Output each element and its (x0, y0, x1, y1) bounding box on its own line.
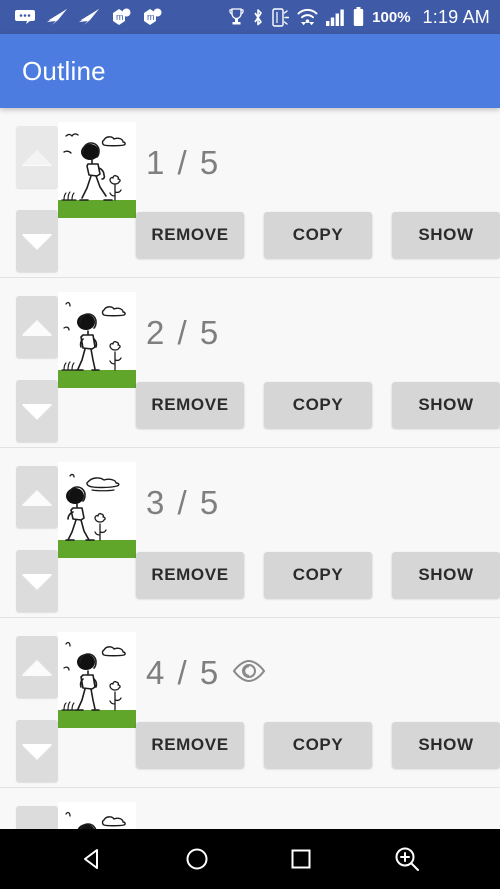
arrow-up-icon (22, 319, 52, 335)
outline-list-item[interactable]: 4 / 5 REMOVE COPY SHOW (0, 618, 500, 788)
move-up-button[interactable] (16, 296, 58, 358)
item-actions: REMOVE COPY SHOW (136, 552, 500, 598)
sms-message-icon (15, 10, 35, 24)
move-down-button[interactable] (16, 380, 58, 442)
trophy-icon (229, 8, 244, 25)
remove-button[interactable]: REMOVE (136, 382, 244, 428)
reorder-arrows (16, 806, 58, 829)
copy-button[interactable]: COPY (264, 552, 372, 598)
move-up-button[interactable] (16, 466, 58, 528)
status-bar-notification-icons: m m (14, 8, 162, 26)
paper-plane-icon (79, 8, 99, 25)
status-bar-clock: 1:19 AM (422, 6, 490, 27)
item-actions: REMOVE COPY SHOW (136, 722, 500, 768)
status-bar-system-icons: 100% 1:19 AM (229, 7, 490, 28)
recents-button[interactable] (287, 845, 315, 873)
arrow-up-icon (22, 659, 52, 675)
item-counter: 2 / 5 (146, 314, 220, 352)
arrow-up-icon (22, 489, 52, 505)
reorder-arrows (16, 296, 58, 442)
scene-thumbnail[interactable] (58, 292, 136, 388)
outline-list[interactable]: 1 / 5 REMOVE COPY SHOW 2 / 5 REMOVE COPY SHOW 3 … (0, 108, 500, 829)
arrow-down-icon (22, 403, 52, 419)
arrow-down-icon (22, 743, 52, 759)
cellular-signal-icon (326, 9, 344, 26)
scene-thumbnail[interactable] (58, 462, 136, 558)
home-button[interactable] (183, 845, 211, 873)
reorder-arrows (16, 636, 58, 782)
item-counter-label: 1 / 5 (146, 144, 221, 181)
item-actions: REMOVE COPY SHOW (136, 382, 500, 428)
copy-button[interactable]: COPY (264, 212, 372, 258)
outline-list-item[interactable]: 2 / 5 REMOVE COPY SHOW (0, 278, 500, 448)
remove-button[interactable]: REMOVE (136, 212, 244, 258)
show-button[interactable]: SHOW (392, 212, 500, 258)
back-button[interactable] (78, 845, 106, 873)
visible-eye-icon (232, 659, 266, 683)
remove-button[interactable]: REMOVE (136, 552, 244, 598)
arrow-down-icon (22, 233, 52, 249)
outline-list-item[interactable]: 5 / 5REMOVECOPYSHOW (0, 788, 500, 829)
move-down-button[interactable] (16, 210, 58, 272)
item-actions: REMOVE COPY SHOW (136, 212, 500, 258)
arrow-down-icon (22, 573, 52, 589)
move-down-button[interactable] (16, 720, 58, 782)
reorder-arrows (16, 126, 58, 272)
move-up-button[interactable] (16, 636, 58, 698)
outline-list-item[interactable]: 1 / 5 REMOVE COPY SHOW (0, 108, 500, 278)
item-counter: 3 / 5 (146, 484, 220, 522)
scene-thumbnail[interactable] (58, 122, 136, 218)
status-bar: m m 100% 1:19 AM (0, 0, 500, 34)
show-button[interactable]: SHOW (392, 552, 500, 598)
mail-m-icon: m (144, 8, 162, 25)
show-button[interactable]: SHOW (392, 382, 500, 428)
outline-list-item[interactable]: 3 / 5 REMOVE COPY SHOW (0, 448, 500, 618)
reorder-arrows (16, 466, 58, 612)
svg-text:m: m (116, 12, 124, 22)
bluetooth-icon (254, 8, 262, 25)
move-up-button[interactable] (16, 806, 58, 829)
item-counter-label: 4 / 5 (146, 654, 221, 691)
app-bar: Outline (0, 34, 500, 108)
android-navigation-bar (0, 829, 500, 889)
phone-screen: m m 100% 1:19 AM Outline 1 / 5 REMOVE CO… (0, 0, 500, 889)
zoom-button[interactable] (392, 844, 422, 874)
item-counter: 4 / 5 (146, 654, 266, 692)
scene-thumbnail[interactable] (58, 632, 136, 728)
battery-icon (353, 7, 364, 26)
item-counter-label: 2 / 5 (146, 314, 221, 351)
wifi-icon (297, 8, 318, 26)
move-up-button (16, 126, 58, 188)
battery-percent-label: 100% (372, 8, 411, 26)
scene-thumbnail[interactable] (58, 802, 136, 829)
page-title: Outline (22, 55, 106, 86)
move-down-button[interactable] (16, 550, 58, 612)
vibrate-icon (272, 7, 290, 27)
mail-m-icon: m (113, 8, 131, 25)
remove-button[interactable]: REMOVE (136, 722, 244, 768)
paper-plane-icon (47, 8, 67, 25)
show-button[interactable]: SHOW (392, 722, 500, 768)
item-counter: 1 / 5 (146, 144, 220, 182)
svg-text:m: m (147, 12, 155, 22)
item-counter-label: 3 / 5 (146, 484, 221, 521)
copy-button[interactable]: COPY (264, 382, 372, 428)
arrow-up-icon (22, 149, 52, 165)
copy-button[interactable]: COPY (264, 722, 372, 768)
